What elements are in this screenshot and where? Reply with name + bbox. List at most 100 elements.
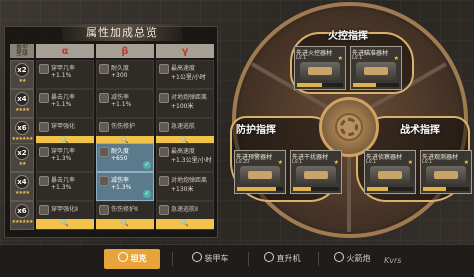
equipment-card[interactable]: 先进观测器材 Lv.1 ★ (420, 150, 472, 194)
tab-rocket-artillery[interactable]: 火箭炮 (322, 249, 382, 269)
attribute-value: +1公里/小时 (171, 74, 206, 81)
attribute-cell-b[interactable]: 耐久度 +650 ✓ (96, 143, 154, 172)
attribute-value: +1.1% (51, 101, 72, 108)
attribute-name: 减伤率 (111, 94, 130, 101)
attribute-name: 暴击几率 (51, 177, 76, 184)
attribute-row: x2 ★★ 穿甲几率 +1.1% 耐久度 +300 最高速度 +1公里/小时 (10, 60, 216, 89)
tab-tank[interactable]: 坦克 (104, 249, 160, 269)
multiplier-badge: x6 ★★★★★★ (10, 201, 34, 230)
equipment-level: Lv.1 (292, 159, 303, 165)
gear-icon (340, 118, 358, 136)
star-rating: ★★★★ (15, 190, 30, 196)
helicopter-icon (263, 252, 274, 262)
tab-armored-car-label: 装甲车 (204, 254, 229, 263)
attribute-cell-b[interactable]: 减伤率 +1.1% (96, 89, 154, 118)
attribute-cell-a[interactable]: 穿甲几率 +1.1% (36, 60, 94, 89)
attribute-value: +300 (111, 72, 128, 79)
multiplier-badge: x2 ★★ (10, 60, 34, 89)
star-rating: ★★★★★★ (11, 219, 34, 225)
star-icon: ★ (463, 159, 469, 166)
attribute-value: +1.3% (51, 184, 72, 191)
attribute-value: +130米 (171, 186, 194, 193)
attribute-cell-g[interactable]: 对地炮弹距离 +130米 (156, 172, 214, 201)
attribute-cell-a[interactable]: 穿甲几率 +1.3% (36, 143, 94, 172)
equipment-level: Lv.1 (366, 159, 377, 165)
attribute-cell-a[interactable]: 暴击几率 +1.3% (36, 172, 94, 201)
tab-helicopter[interactable]: 直升机 (252, 249, 312, 269)
search-slot-button[interactable]: 🔍 (156, 219, 214, 229)
attribute-value: +1.3公里/小时 (171, 157, 212, 164)
search-slot-button[interactable]: 🔍 (36, 219, 94, 229)
equipment-card[interactable]: 先进火控器材 Lv.1 ★ (294, 46, 346, 90)
repair-icon (99, 205, 109, 215)
multiplier-badge: x4 ★★★★ (10, 89, 34, 118)
star-icon: ★ (277, 159, 283, 166)
attribute-name: 减伤率 (111, 177, 130, 184)
equipment-card[interactable]: 先进干扰器材 Lv.1 ★ (290, 150, 342, 194)
multiplier-value: x4 (15, 92, 29, 106)
repair-icon (99, 122, 109, 132)
range-icon (159, 93, 169, 103)
target-icon (39, 147, 49, 157)
check-icon: ✓ (143, 190, 151, 198)
pierce-icon (39, 122, 49, 132)
progress-bar (353, 83, 399, 87)
equipment-image (240, 166, 280, 184)
equipment-image (426, 166, 466, 184)
equipment-image (370, 166, 410, 184)
star-icon: ★ (333, 159, 339, 166)
equipment-card[interactable]: 先进瞄准器材 Lv.1 ★ (350, 46, 402, 90)
tab-helicopter-label: 直升机 (276, 254, 301, 263)
corner-star-label: 星级 (15, 50, 28, 57)
attribute-name: 对地炮弹距离 (171, 177, 208, 184)
pierce-icon (39, 205, 49, 215)
progress-bar (293, 187, 339, 191)
attribute-name: 穿甲强化 (51, 123, 76, 130)
attribute-cell-b[interactable]: 耐久度 +300 (96, 60, 154, 89)
boost-icon (159, 122, 169, 132)
attribute-cell-a[interactable]: 暴击几率 +1.1% (36, 89, 94, 118)
watermark: Kvrs (384, 256, 402, 265)
check-icon: ✓ (143, 161, 151, 169)
tab-divider (318, 252, 319, 266)
attribute-name: 耐久度 (111, 65, 130, 72)
attribute-cell-g[interactable]: 最高速度 +1.3公里/小时 (156, 143, 214, 172)
heart-icon (99, 64, 109, 74)
search-icon: 🔍 (61, 220, 69, 227)
speed-icon (159, 64, 169, 74)
shield-icon (99, 176, 109, 186)
equipment-image (296, 166, 336, 184)
progress-bar (423, 187, 469, 191)
attribute-value: +100米 (171, 103, 194, 110)
boost-icon (159, 205, 169, 215)
attribute-cell-b[interactable]: 减伤率 +1.3% ✓ (96, 172, 154, 201)
multiplier-value: x2 (15, 146, 29, 160)
star-icon: ★ (337, 55, 343, 62)
attribute-name: 穿甲强化Ⅱ (51, 206, 78, 213)
rocket-icon (333, 252, 344, 262)
attribute-name: 对地炮弹距离 (171, 94, 208, 101)
attribute-name: 暴击几率 (51, 94, 76, 101)
attribute-name: 穿甲几率 (51, 148, 76, 155)
attribute-name: 急速巡航 (171, 123, 196, 130)
attribute-value: +1.1% (51, 72, 72, 79)
equipment-card[interactable]: 先进侦察器材 Lv.1 ★ (364, 150, 416, 194)
tab-armored-car[interactable]: 装甲车 (180, 249, 240, 269)
star-icon: ★ (393, 55, 399, 62)
search-slot-button[interactable]: 🔍 (96, 219, 154, 229)
attribute-name: 最高速度 (171, 65, 196, 72)
column-header-alpha: α (36, 44, 94, 58)
star-rating: ★★ (18, 161, 27, 167)
equipment-image (300, 62, 340, 80)
target-icon (39, 64, 49, 74)
star-rating: ★★★★★★ (11, 136, 34, 142)
attribute-cell-g[interactable]: 最高速度 +1公里/小时 (156, 60, 214, 89)
attribute-cell-g[interactable]: 对地炮弹距离 +100米 (156, 89, 214, 118)
tactic-label: 战术指挥 (400, 125, 440, 136)
attribute-value: +1.3% (51, 155, 72, 162)
star-icon: ★ (407, 159, 413, 166)
defense-label: 防护指挥 (236, 125, 276, 136)
attribute-row: x4 ★★★★ 暴击几率 +1.3% 减伤率 +1.3% ✓ 对地炮弹距离 +130米 (10, 172, 216, 201)
equipment-card[interactable]: 先进预警器材 Lv.20 ★ (234, 150, 286, 194)
multiplier-badge: x4 ★★★★ (10, 172, 34, 201)
